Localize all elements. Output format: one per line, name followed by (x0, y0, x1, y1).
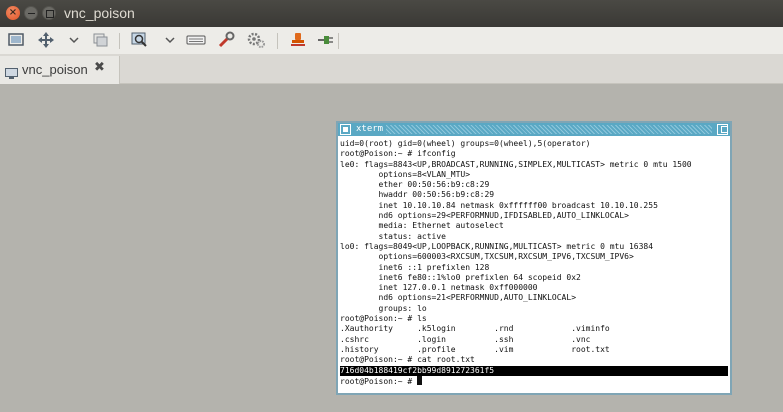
chevron-down-icon[interactable] (64, 31, 79, 49)
terminal-line-text: groups: lo (340, 303, 427, 313)
terminal-line: options=8<VLAN_MTU> (340, 170, 728, 180)
terminal-line-text: options=8<VLAN_MTU> (340, 169, 471, 179)
terminal-line: hwaddr 00:50:56:b9:c8:29 (340, 190, 728, 200)
settings-icon[interactable] (246, 31, 266, 49)
terminal-line-text: lo0: flags=8049<UP,LOOPBACK,RUNNING,MULT… (340, 241, 654, 251)
terminal-line: inet6 ::1 prefixlen 128 (340, 263, 728, 273)
xterm-menu-button[interactable] (340, 124, 351, 135)
zoom-icon[interactable] (130, 31, 150, 49)
terminal-line: nd6 options=21<PERFORMNUD,AUTO_LINKLOCAL… (340, 293, 728, 303)
terminal-line-text: root@Poison:~ # ifconfig (340, 149, 456, 159)
window-title: vnc_poison (64, 5, 135, 21)
terminal-line: inet 127.0.0.1 netmask 0xff000000 (340, 283, 728, 293)
terminal-line: root@Poison:~ # ifconfig (340, 149, 728, 159)
terminal-line-text: status: active (340, 231, 446, 241)
toolbar-separator (338, 33, 339, 49)
terminal-line-text: options=600003<RXCSUM,TXCSUM,RXCSUM_IPV6… (340, 252, 634, 262)
toolbar-separator (119, 33, 120, 49)
terminal-line: status: active (340, 232, 728, 242)
tab-vnc-poison[interactable]: vnc_poison ✖ (0, 56, 120, 84)
tab-strip: vnc_poison ✖ (0, 54, 783, 84)
terminal-line-text: inet6 fe80::1%lo0 prefixlen 64 scopeid 0… (340, 272, 581, 282)
terminal-line: .cshrc .login .ssh .vnc (340, 335, 728, 345)
terminal-line: inet 10.10.10.84 netmask 0xffffff00 broa… (340, 201, 728, 211)
xterm-title: xterm (356, 124, 384, 134)
terminal-line: nd6 options=29<PERFORMNUD,IFDISABLED,AUT… (340, 211, 728, 221)
terminal-line: .Xauthority .k5login .rnd .viminfo (340, 324, 728, 334)
terminal-line-text: root@Poison:~ # cat root.txt (340, 355, 475, 365)
terminal-line: root@Poison:~ # ls (340, 314, 728, 324)
terminal-line: inet6 fe80::1%lo0 prefixlen 64 scopeid 0… (340, 273, 728, 283)
terminal-line-text: media: Ethernet autoselect (340, 221, 504, 231)
terminal-line-text: .history .profile .vim root.txt (340, 344, 610, 354)
tab-close-icon[interactable]: ✖ (94, 60, 105, 75)
terminal-line: groups: lo (340, 304, 728, 314)
screenshot-icon[interactable] (6, 31, 26, 49)
terminal-line-text: .cshrc .login .ssh .vnc (340, 334, 591, 344)
terminal-line-text: .Xauthority .k5login .rnd .viminfo (340, 324, 610, 334)
close-window-button[interactable]: × (6, 6, 20, 20)
terminal-line: options=600003<RXCSUM,TXCSUM,RXCSUM_IPV6… (340, 252, 728, 262)
terminal-line-text: inet6 ::1 prefixlen 128 (340, 262, 490, 272)
terminal-line: .history .profile .vim root.txt (340, 345, 728, 355)
terminal-line: le0: flags=8843<UP,BROADCAST,RUNNING,SIM… (340, 160, 728, 170)
terminal-line-text: root@Poison:~ # (340, 376, 418, 386)
terminal-line-text: nd6 options=21<PERFORMNUD,AUTO_LINKLOCAL… (340, 293, 577, 303)
terminal-line-text: inet 127.0.0.1 netmask 0xff000000 (340, 283, 538, 293)
terminal-line: lo0: flags=8049<UP,LOOPBACK,RUNNING,MULT… (340, 242, 728, 252)
terminal-line-text: root@Poison:~ # ls (340, 314, 427, 324)
terminal-line: ether 00:50:56:b9:c8:29 (340, 180, 728, 190)
terminal-cursor (417, 375, 423, 385)
maximize-window-button[interactable] (42, 6, 56, 20)
chevron-down-icon[interactable] (160, 31, 175, 49)
keyboard-icon[interactable] (186, 31, 206, 49)
move-icon[interactable] (36, 31, 56, 49)
copy-icon[interactable] (90, 31, 110, 49)
window-titlebar: × vnc_poison (0, 0, 783, 27)
terminal-line-text: nd6 options=29<PERFORMNUD,IFDISABLED,AUT… (340, 211, 629, 221)
terminal-line: root@Poison:~ # cat root.txt (340, 355, 728, 365)
terminal-line: 716d04b188419cf2bb99d891272361f5 (340, 365, 728, 376)
terminal-line: media: Ethernet autoselect (340, 221, 728, 231)
terminal-line-text: 716d04b188419cf2bb99d891272361f5 (340, 365, 495, 375)
monitor-icon (5, 64, 18, 79)
xterm-titlebar[interactable]: xterm (338, 123, 730, 136)
terminal-line-text: ether 00:50:56:b9:c8:29 (340, 180, 490, 190)
xterm-title-pattern (386, 125, 712, 134)
wrench-icon[interactable] (216, 31, 236, 49)
plug-icon[interactable] (316, 31, 336, 49)
minimize-window-button[interactable] (24, 6, 38, 20)
terminal-line-text: le0: flags=8843<UP,BROADCAST,RUNNING,SIM… (340, 159, 692, 169)
terminal-line-text: hwaddr 00:50:56:b9:c8:29 (340, 190, 495, 200)
terminal-line: root@Poison:~ # (340, 375, 728, 386)
terminal-line-text: inet 10.10.10.84 netmask 0xffffff00 broa… (340, 200, 658, 210)
pin-icon[interactable] (288, 31, 308, 49)
terminal-line: uid=0(root) gid=0(wheel) groups=0(wheel)… (340, 139, 728, 149)
terminal-line-text: uid=0(root) gid=0(wheel) groups=0(wheel)… (340, 139, 591, 148)
xterm-window[interactable]: xterm uid=0(root) gid=0(wheel) groups=0(… (336, 121, 732, 395)
toolbar-separator (277, 33, 278, 49)
terminal-output[interactable]: uid=0(root) gid=0(wheel) groups=0(wheel)… (340, 139, 728, 393)
toolbar (0, 27, 783, 54)
xterm-maximize-button[interactable] (717, 124, 728, 135)
tab-label: vnc_poison (22, 62, 88, 77)
